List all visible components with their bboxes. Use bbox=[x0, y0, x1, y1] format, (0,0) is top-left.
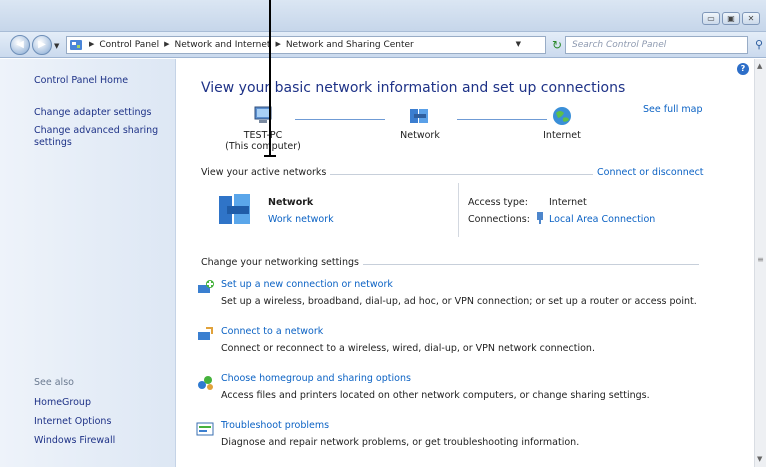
sidebar-item-windows-firewall[interactable]: Windows Firewall bbox=[34, 435, 115, 446]
back-button[interactable]: ◀ bbox=[10, 35, 30, 55]
search-input[interactable]: Search Control Panel ⚲ bbox=[565, 36, 763, 54]
page-title: View your basic network information and … bbox=[201, 80, 626, 96]
task-setup-connection-desc: Set up a wireless, broadband, dial-up, a… bbox=[221, 296, 697, 307]
task-setup-connection-link[interactable]: Set up a new connection or network bbox=[221, 279, 697, 290]
network-icon bbox=[410, 109, 428, 123]
vertical-scrollbar[interactable]: ▲ ≡ ▼ bbox=[754, 59, 766, 467]
map-link-network-internet bbox=[457, 119, 547, 120]
callout-pointer-tick bbox=[264, 155, 276, 157]
computer-name: TEST-PC bbox=[243, 130, 283, 141]
homegroup-icon bbox=[196, 373, 214, 391]
network-node-label: Network bbox=[400, 130, 440, 141]
network-info-divider bbox=[458, 183, 459, 237]
task-connect-network-link[interactable]: Connect to a network bbox=[221, 326, 595, 337]
breadcrumb-network-sharing-center[interactable]: Network and Sharing Center bbox=[286, 40, 414, 50]
task-troubleshoot-link[interactable]: Troubleshoot problems bbox=[221, 420, 579, 431]
task-connect-network-desc: Connect or reconnect to a wireless, wire… bbox=[221, 343, 595, 354]
recent-pages-dropdown[interactable]: ▼ bbox=[54, 42, 59, 50]
forward-button[interactable]: ▶ bbox=[32, 35, 52, 55]
sidebar-item-change-adapter-settings[interactable]: Change adapter settings bbox=[34, 107, 151, 118]
breadcrumb-network-internet[interactable]: Network and Internet bbox=[174, 40, 270, 50]
map-node-internet[interactable]: Internet bbox=[537, 105, 587, 141]
connect-disconnect-link[interactable]: Connect or disconnect bbox=[593, 167, 708, 178]
task-setup-connection: Set up a new connection or network Set u… bbox=[198, 279, 697, 307]
address-bar[interactable]: ▶ Control Panel ▶ Network and Internet ▶… bbox=[66, 36, 546, 54]
local-area-connection-link[interactable]: Local Area Connection bbox=[549, 214, 655, 225]
network-name: Network bbox=[268, 197, 314, 208]
new-connection-icon bbox=[196, 279, 214, 297]
callout-pointer-line bbox=[269, 0, 271, 157]
see-full-map-link[interactable]: See full map bbox=[643, 104, 703, 115]
help-icon[interactable]: ? bbox=[737, 63, 749, 75]
map-link-computer-network bbox=[295, 119, 385, 120]
globe-icon bbox=[553, 107, 571, 125]
scroll-up-icon[interactable]: ▲ bbox=[757, 62, 762, 70]
main-content: View your basic network information and … bbox=[177, 59, 755, 467]
network-sharing-window: ▭ ▣ ✕ ◀ ▶ ▼ ▶ Control Panel ▶ Network an… bbox=[0, 0, 766, 467]
access-type-label: Access type: bbox=[468, 197, 528, 208]
search-icon[interactable]: ⚲ bbox=[755, 38, 763, 51]
control-panel-icon bbox=[70, 39, 83, 51]
left-task-pane: Control Panel Home Change adapter settin… bbox=[0, 59, 176, 467]
task-homegroup-sharing: Choose homegroup and sharing options Acc… bbox=[198, 373, 650, 401]
network-category-icon bbox=[217, 190, 257, 228]
connections-label: Connections: bbox=[468, 214, 530, 225]
close-button[interactable]: ✕ bbox=[742, 12, 760, 25]
networking-settings-label: Change your networking settings bbox=[201, 257, 363, 268]
address-dropdown-icon[interactable]: ▼ bbox=[516, 40, 521, 48]
task-troubleshoot: Troubleshoot problems Diagnose and repai… bbox=[196, 420, 580, 448]
minimize-button[interactable]: ▭ bbox=[702, 12, 720, 25]
breadcrumb: ▶ Control Panel ▶ Network and Internet ▶… bbox=[89, 40, 414, 50]
computer-sub-label: (This computer) bbox=[225, 141, 301, 152]
sidebar-item-control-panel-home[interactable]: Control Panel Home bbox=[34, 75, 128, 86]
sidebar-item-change-advanced-sharing[interactable]: Change advanced sharing settings bbox=[34, 125, 164, 149]
sidebar-item-internet-options[interactable]: Internet Options bbox=[34, 416, 111, 427]
task-homegroup-sharing-link[interactable]: Choose homegroup and sharing options bbox=[221, 373, 650, 384]
troubleshoot-icon bbox=[196, 420, 214, 438]
title-bar: ▭ ▣ ✕ bbox=[0, 0, 766, 32]
breadcrumb-control-panel[interactable]: Control Panel bbox=[99, 40, 159, 50]
caption-buttons: ▭ ▣ ✕ bbox=[700, 12, 760, 25]
internet-node-label: Internet bbox=[543, 130, 581, 141]
see-also-label: See also bbox=[34, 377, 74, 388]
map-node-network[interactable]: Network bbox=[395, 105, 445, 141]
maximize-button[interactable]: ▣ bbox=[722, 12, 740, 25]
scroll-thumb-grip-icon[interactable]: ≡ bbox=[756, 255, 765, 269]
task-connect-network: Connect to a network Connect or reconnec… bbox=[198, 326, 595, 354]
map-node-computer[interactable]: TEST-PC (This computer) bbox=[223, 105, 303, 152]
network-type-link[interactable]: Work network bbox=[268, 214, 334, 225]
task-troubleshoot-desc: Diagnose and repair network problems, or… bbox=[221, 437, 580, 448]
search-placeholder: Search Control Panel bbox=[572, 40, 667, 50]
refresh-icon[interactable]: ↻ bbox=[552, 38, 562, 52]
scroll-down-icon[interactable]: ▼ bbox=[757, 455, 762, 463]
navigation-bar: ◀ ▶ ▼ ▶ Control Panel ▶ Network and Inte… bbox=[0, 32, 766, 58]
access-type-value: Internet bbox=[549, 197, 587, 208]
computer-icon bbox=[254, 106, 272, 123]
ethernet-icon bbox=[535, 212, 545, 224]
sidebar-item-homegroup[interactable]: HomeGroup bbox=[34, 397, 91, 408]
active-networks-label: View your active networks bbox=[201, 167, 331, 178]
task-homegroup-sharing-desc: Access files and printers located on oth… bbox=[221, 390, 650, 401]
connect-network-icon bbox=[196, 326, 214, 344]
